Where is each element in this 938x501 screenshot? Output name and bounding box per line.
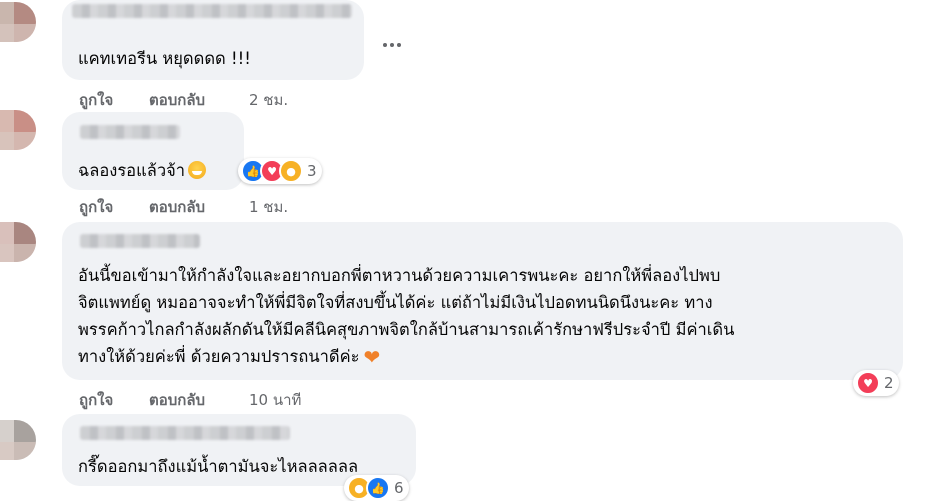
love-reaction-icon: ♥ — [856, 371, 880, 395]
reaction-count: 6 — [394, 479, 404, 497]
reply-link[interactable]: ตอบกลับ — [149, 388, 205, 412]
avatar[interactable] — [0, 110, 36, 150]
commenter-name[interactable] — [72, 4, 352, 18]
more-options-icon[interactable] — [383, 40, 405, 50]
reaction-count: 3 — [307, 162, 317, 180]
timestamp[interactable]: 10 นาที — [249, 388, 301, 412]
comment-bubble: แคทเทอรีน หยุดดดด !!! — [62, 0, 364, 80]
timestamp[interactable]: 1 ชม. — [249, 195, 288, 219]
like-reaction-icon: 👍 — [366, 476, 390, 500]
comment-text-line: อันนี้ขอเข้ามาให้กำลังใจและอยากบอกพี่ตาห… — [78, 266, 721, 285]
timestamp[interactable]: 2 ชม. — [249, 88, 288, 112]
like-link[interactable]: ถูกใจ — [79, 88, 113, 112]
reply-link[interactable]: ตอบกลับ — [149, 195, 205, 219]
comment-text: กรี๊ดออกมาถึงแม้น้ำตามันจะไหลลลลลล — [78, 457, 359, 476]
comment-text-line-last: ทางให้ด้วยค่ะพี่ ด้วยความปรารถนาดีค่ะ ❤ — [78, 342, 380, 373]
comment-text: แคทเทอรีน หยุดดดด !!! — [78, 49, 251, 68]
comment-text-content: ทางให้ด้วยค่ะพี่ ด้วยความปรารถนาดีค่ะ — [78, 347, 360, 366]
reaction-summary[interactable]: ♥ 2 — [853, 370, 899, 396]
avatar[interactable] — [0, 222, 36, 262]
like-link[interactable]: ถูกใจ — [79, 195, 113, 219]
reaction-summary[interactable]: 👍 ♥ ● 3 — [238, 158, 322, 184]
reply-link[interactable]: ตอบกลับ — [149, 88, 205, 112]
commenter-name[interactable] — [80, 125, 180, 139]
commenter-name[interactable] — [80, 234, 200, 248]
comment-text-line: พรรคก้าวไกลกำลังผลักดันให้มีคลีนิคสุขภาพ… — [78, 320, 735, 339]
like-link[interactable]: ถูกใจ — [79, 388, 113, 412]
comment-text: ฉลองรอแล้วจ้า — [78, 156, 207, 187]
grinning-face-emoji — [188, 161, 207, 179]
avatar[interactable] — [0, 420, 36, 460]
avatar[interactable] — [0, 2, 36, 42]
comment-bubble: อันนี้ขอเข้ามาให้กำลังใจและอยากบอกพี่ตาห… — [62, 222, 903, 380]
haha-reaction-icon: ● — [279, 159, 303, 183]
commenter-name[interactable] — [80, 426, 290, 440]
reaction-summary[interactable]: ● 👍 6 — [344, 475, 409, 501]
comment-bubble: ฉลองรอแล้วจ้า — [62, 112, 244, 190]
reaction-count: 2 — [884, 374, 894, 392]
comment-text-line: จิตแพทย์ดู หมออาจจะทำให้พี่มีจิตใจที่สงบ… — [78, 293, 713, 312]
comment-text-content: ฉลองรอแล้วจ้า — [78, 161, 186, 180]
orange-heart-emoji: ❤ — [363, 345, 381, 369]
